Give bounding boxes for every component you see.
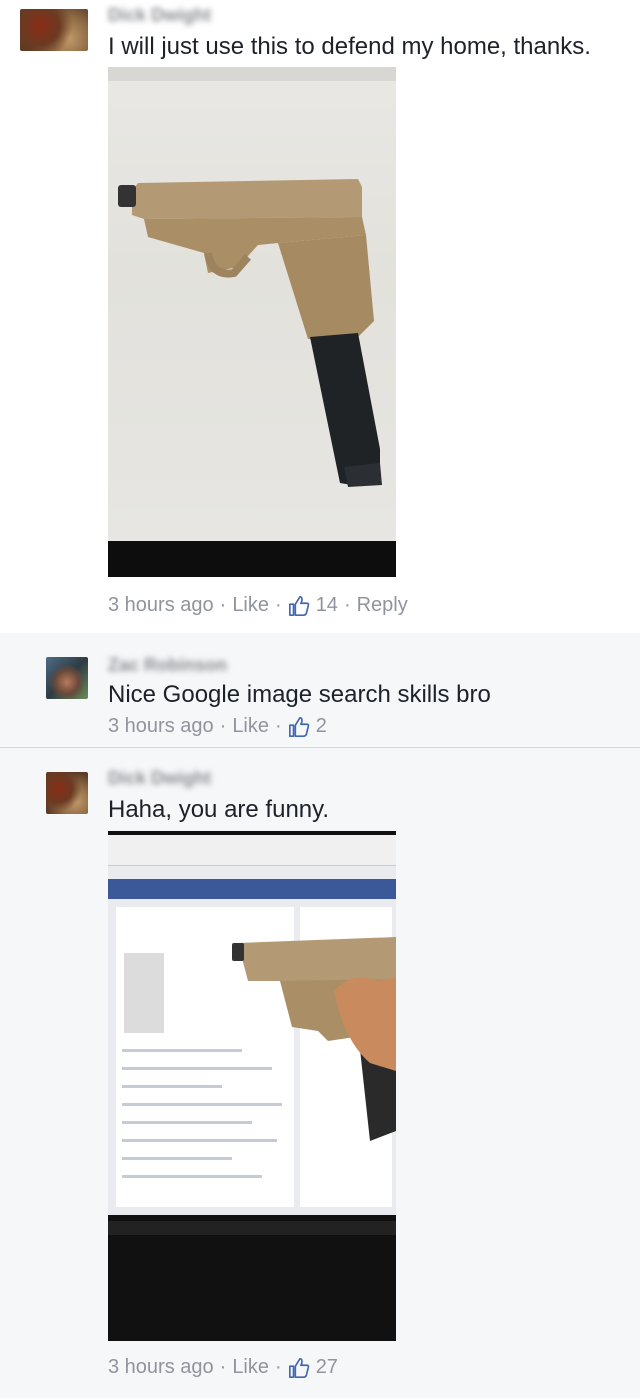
comment-meta: 3 hours ago · Like · 27 [108, 1356, 338, 1379]
separator: · [275, 1356, 282, 1378]
comment-meta: 3 hours ago · Like · 14 · Reply [108, 594, 408, 617]
separator: · [219, 715, 227, 737]
like-count[interactable]: 14 [316, 594, 338, 617]
like-count[interactable]: 27 [316, 1356, 338, 1379]
author-name[interactable]: Dick Dwight [108, 768, 211, 788]
thumbs-up-icon [288, 1357, 309, 1378]
separator: · [343, 594, 351, 616]
thumbs-up-icon [288, 716, 309, 737]
avatar[interactable] [46, 772, 88, 814]
separator: · [275, 715, 282, 737]
pistol-overlay-image [232, 937, 396, 1141]
avatar[interactable] [46, 657, 88, 699]
comment-meta: 3 hours ago · Like · 2 [108, 715, 327, 738]
photo-edge [108, 541, 396, 577]
comment-photo-pistol[interactable] [108, 67, 396, 577]
timestamp[interactable]: 3 hours ago [108, 715, 214, 738]
like-button[interactable]: Like [232, 1356, 269, 1379]
separator: · [219, 594, 227, 616]
avatar[interactable] [20, 9, 88, 51]
comment-text: I will just use this to defend my home, … [108, 33, 591, 60]
author-name[interactable]: Dick Dwight [108, 5, 211, 25]
reply-button[interactable]: Reply [357, 594, 408, 617]
comment-2: Zac Robinson Nice Google image search sk… [0, 633, 640, 748]
separator: · [275, 594, 282, 616]
separator: · [219, 1356, 227, 1378]
thumbs-up-icon [288, 595, 309, 616]
like-count[interactable]: 2 [316, 715, 327, 738]
timestamp[interactable]: 3 hours ago [108, 1356, 214, 1379]
comment-photo-screen[interactable] [108, 831, 396, 1341]
comment-3: Dick Dwight Haha, you are funny. 3 hours… [0, 748, 640, 1398]
like-button[interactable]: Like [232, 594, 269, 617]
like-button[interactable]: Like [232, 715, 269, 738]
comment-text: Nice Google image search skills bro [108, 681, 491, 708]
comment-1: Dick Dwight I will just use this to defe… [0, 0, 640, 633]
comment-text: Haha, you are funny. [108, 796, 330, 823]
author-name[interactable]: Zac Robinson [108, 655, 227, 675]
pistol-image [118, 179, 382, 487]
timestamp[interactable]: 3 hours ago [108, 594, 214, 617]
